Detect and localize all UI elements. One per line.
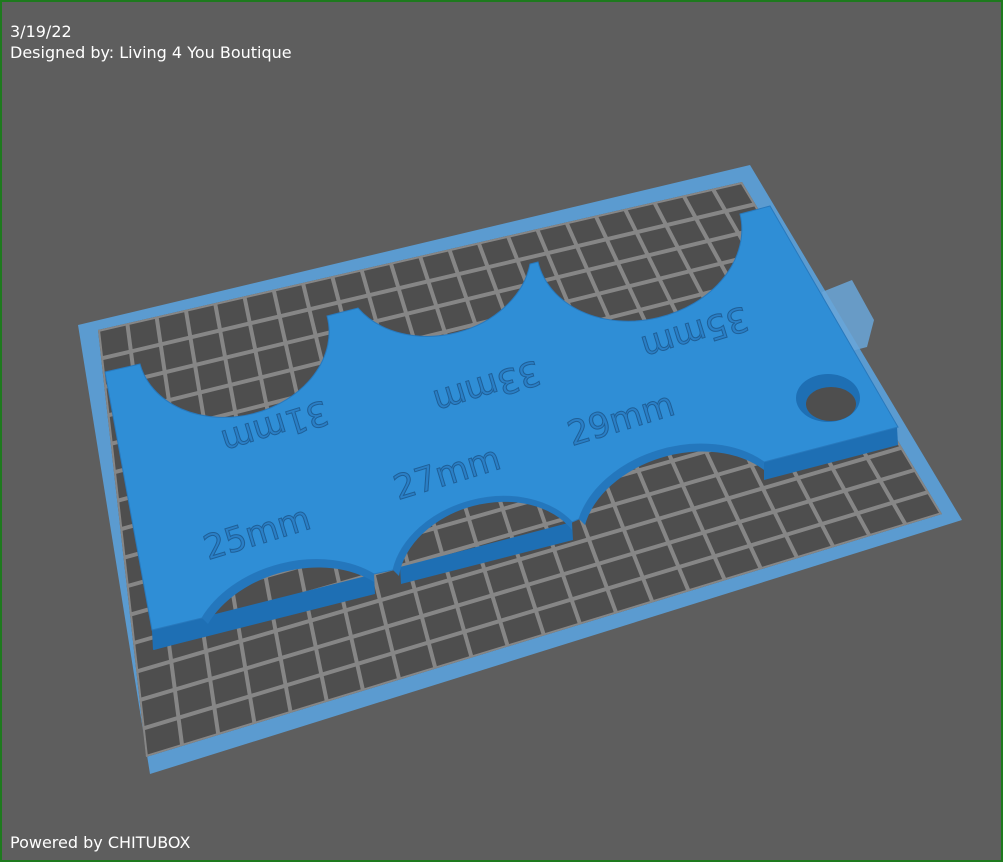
designer-label: Designed by: Living 4 You Boutique — [10, 43, 292, 62]
build-scene[interactable]: 25mm 27mm 29mm 31mm 33mm 35mm — [2, 2, 1001, 860]
viewport-3d[interactable]: 25mm 27mm 29mm 31mm 33mm 35mm 3/19/22 De… — [2, 2, 1001, 860]
hang-hole-floor — [806, 387, 856, 421]
date-label: 3/19/22 — [10, 22, 72, 41]
powered-by-label: Powered by CHITUBOX — [10, 833, 191, 852]
